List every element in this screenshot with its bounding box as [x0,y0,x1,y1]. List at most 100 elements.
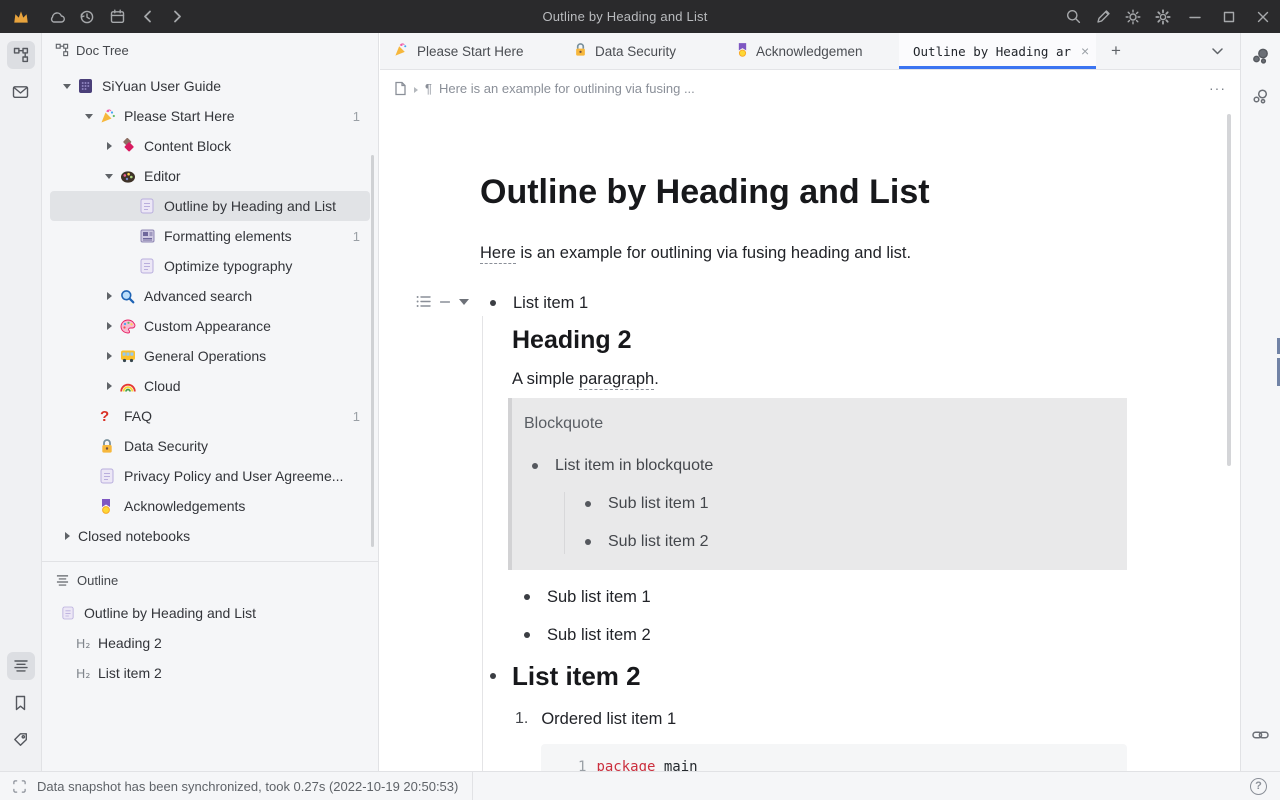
party-popper-icon [394,42,409,60]
chevron-right-icon[interactable] [98,292,120,300]
intro-paragraph[interactable]: Here is an example for outlining via fus… [480,240,1240,266]
data-history-icon[interactable] [72,0,102,33]
sub-list-item-2-row[interactable]: Sub list item 2 [480,622,1240,648]
simple-paragraph[interactable]: A simple paragraph. [512,366,1240,392]
collapse-triangle-icon[interactable] [459,299,469,305]
list-item-text[interactable]: List item in blockquote [555,457,713,475]
file-icon [394,81,407,96]
chevron-right-icon[interactable] [56,532,78,540]
titlebar-left [0,0,192,33]
tree-item-cloud[interactable]: Cloud [42,371,378,401]
list-item-1-row[interactable]: List item 1 [480,290,1240,316]
tree-item-acknowledgements[interactable]: Acknowledgements [42,491,378,521]
blockquote[interactable]: Blockquote List item in blockquote Sub l… [508,398,1127,570]
breadcrumb-text[interactable]: Here is an example for outlining via fus… [439,81,695,96]
selection-icon [12,779,27,794]
chevron-down-icon[interactable] [78,114,100,119]
document-content[interactable]: Outline by Heading and List Here is an e… [380,106,1240,771]
tree-item-data-security[interactable]: Data Security [42,431,378,461]
tab-outline-by-heading-and-list[interactable]: Outline by Heading ar × [899,33,1096,69]
chevron-right-icon[interactable] [98,352,120,360]
back-chevron-icon[interactable] [132,0,162,33]
list-item-text[interactable]: Ordered list item 1 [541,710,676,729]
list-item-text[interactable]: List item 1 [513,294,588,313]
tree-item-general-operations[interactable]: General Operations [42,341,378,371]
tab-label: Please Start Here [417,44,524,59]
dock-graph-button[interactable] [1247,43,1275,71]
settings-gear-icon[interactable] [1148,0,1178,33]
chevron-down-icon[interactable] [56,84,78,89]
block-ref[interactable]: Here [480,244,516,264]
blockquote-sub-item[interactable]: Sub list item 1 [585,492,1111,516]
tree-item-privacy-policy[interactable]: Privacy Policy and User Agreeme... [42,461,378,491]
tree-item-formatting-elements[interactable]: Formatting elements 1 [42,221,378,251]
outline-item-list-item-2[interactable]: H₂ List item 2 [42,658,378,688]
dock-tag-button[interactable] [7,726,35,754]
block-ref[interactable]: paragraph [579,370,654,390]
dock-inbox-button[interactable] [7,78,35,106]
minimize-button[interactable] [1178,0,1212,33]
tree-item-outline-by-heading-and-list[interactable]: Outline by Heading and List [50,191,370,221]
sub-list-item-1-row[interactable]: Sub list item 1 [480,584,1240,610]
list-item-text[interactable]: Sub list item 2 [608,533,708,551]
blockquote-list-item[interactable]: List item in blockquote [524,454,1111,478]
app-logo-crown-icon[interactable] [0,0,42,33]
search-icon[interactable] [1058,0,1088,33]
code-block[interactable]: 1package main [541,744,1127,771]
tree-item-label: Cloud [144,378,378,394]
doc-title[interactable]: Outline by Heading and List [480,170,1240,214]
chevron-right-icon[interactable] [98,322,120,330]
tab-close-icon[interactable]: × [1081,43,1089,59]
block-gutter [416,295,469,308]
blockquote-sub-item[interactable]: Sub list item 2 [585,530,1111,554]
outline-item-doc[interactable]: Outline by Heading and List [42,598,378,628]
list-item-heading-text[interactable]: List item 2 [512,661,641,692]
tree-item-editor[interactable]: Editor [42,161,378,191]
tree-item-optimize-typography[interactable]: Optimize typography [42,251,378,281]
tree-item-faq[interactable]: ? FAQ 1 [42,401,378,431]
chevron-down-icon[interactable] [98,174,120,179]
close-button[interactable] [1246,0,1280,33]
dock-global-graph-button[interactable] [1247,83,1275,111]
tree-item-advanced-search[interactable]: Advanced search [42,281,378,311]
theme-brightness-icon[interactable] [1118,0,1148,33]
outline-panel: Outline Outline by Heading and List H₂ H… [42,561,378,688]
tab-please-start-here[interactable]: Please Start Here [380,33,560,69]
tree-item-custom-appearance[interactable]: Custom Appearance [42,311,378,341]
maximize-button[interactable] [1212,0,1246,33]
dock-backlinks-button[interactable] [1247,721,1275,749]
dock-bookmark-button[interactable] [7,689,35,717]
help-icon[interactable]: ? [1250,778,1267,795]
doc-tree-scrollbar[interactable] [371,155,374,547]
tab-list-chevron-icon[interactable] [1194,33,1240,69]
editor-scrollbar[interactable] [1227,114,1231,466]
chevron-right-icon[interactable] [98,382,120,390]
sync-cloud-icon[interactable] [42,0,72,33]
list-item-text[interactable]: Sub list item 1 [608,495,708,513]
dock-outline-button[interactable] [7,652,35,680]
blockquote-text[interactable]: Blockquote [524,412,1111,436]
tree-item-siyuan-user-guide[interactable]: SiYuan User Guide [42,71,378,101]
tree-item-closed-notebooks[interactable]: Closed notebooks [42,521,378,551]
daily-note-calendar-icon[interactable] [102,0,132,33]
status-message-box: Data snapshot has been synchronized, too… [0,772,473,800]
tab-acknowledgements[interactable]: Acknowledgemen [723,33,899,69]
dock-doc-tree-button[interactable] [7,41,35,69]
tree-item-please-start-here[interactable]: Please Start Here 1 [42,101,378,131]
tab-data-security[interactable]: Data Security [560,33,723,69]
heading-2[interactable]: Heading 2 [512,322,1240,358]
chevron-right-icon[interactable] [98,142,120,150]
tree-item-content-block[interactable]: Content Block [42,131,378,161]
list-item-text[interactable]: Sub list item 2 [547,626,651,645]
edit-pencil-icon[interactable] [1088,0,1118,33]
forward-chevron-icon[interactable] [162,0,192,33]
list-item-text[interactable]: Sub list item 1 [547,588,651,607]
list-bullet [490,673,496,679]
new-tab-button[interactable]: + [1096,33,1136,69]
outline-header[interactable]: Outline [42,562,378,598]
doc-tree-header[interactable]: Doc Tree [42,33,378,67]
outline-item-heading-2[interactable]: H₂ Heading 2 [42,628,378,658]
list-item-2-row[interactable]: List item 2 [480,658,1240,694]
ordered-list-item-row[interactable]: 1. Ordered list item 1 [480,706,1240,732]
more-options-icon[interactable]: ··· [1209,80,1226,96]
